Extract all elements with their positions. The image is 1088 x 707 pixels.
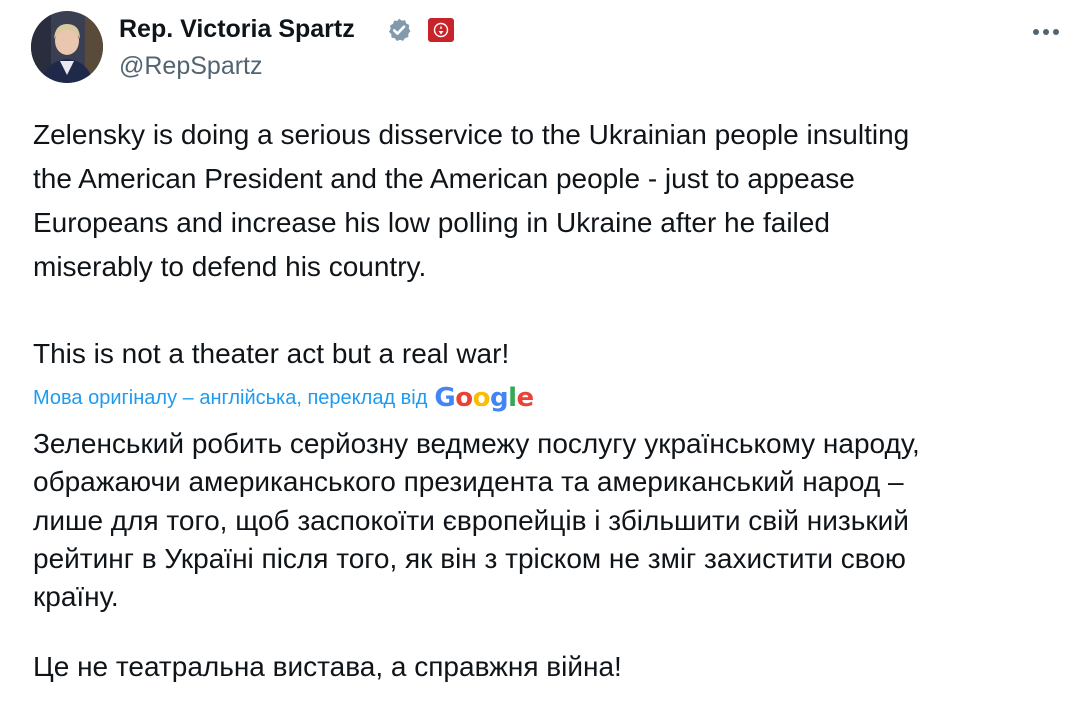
google-logo-letter: e [516, 383, 535, 413]
post-text-line: Europeans and increase his low polling i… [33, 207, 830, 238]
post-text-line: miserably to defend his country. [33, 251, 427, 282]
post-text-line: the American President and the American … [33, 163, 855, 194]
post-card: Rep. Victoria Spartz @RepSpartz Zelensky… [0, 0, 1088, 707]
google-logo-letter: G [434, 383, 456, 413]
author-name[interactable]: Rep. Victoria Spartz [119, 13, 355, 45]
translated-text-line: рейтинг в Україні після того, як він з т… [33, 543, 906, 574]
translation-attribution[interactable]: Мова оригіналу – англійська, переклад ві… [33, 380, 534, 416]
google-logo-letter: o [472, 383, 491, 413]
congress-seal-icon[interactable] [428, 18, 454, 42]
author-handle[interactable]: @RepSpartz [119, 50, 263, 82]
translated-text-line: Зеленський робить серйозну ведмежу послу… [33, 428, 920, 459]
translated-text-line: ображаючи американського президента та а… [33, 466, 904, 497]
verified-badge-icon[interactable] [386, 17, 412, 43]
translated-text-line: Це не театральна вистава, а справжня вій… [33, 651, 622, 682]
google-logo: Google [434, 380, 535, 416]
post-text-line: This is not a theater act but a real war… [33, 338, 510, 369]
google-logo-letter: o [455, 383, 473, 413]
avatar[interactable] [31, 11, 103, 83]
translated-text-line: країну. [33, 581, 119, 612]
post-text-line: Zelensky is doing a serious disservice t… [33, 119, 910, 150]
translation-label[interactable]: Мова оригіналу – англійська, переклад ві… [33, 380, 427, 416]
google-logo-letter: l [508, 383, 517, 413]
avatar-image [31, 11, 103, 83]
google-logo-letter: g [490, 383, 509, 413]
more-options-icon[interactable] [1030, 18, 1062, 46]
translated-text-line: лише для того, щоб заспокоїти європейців… [33, 505, 909, 536]
